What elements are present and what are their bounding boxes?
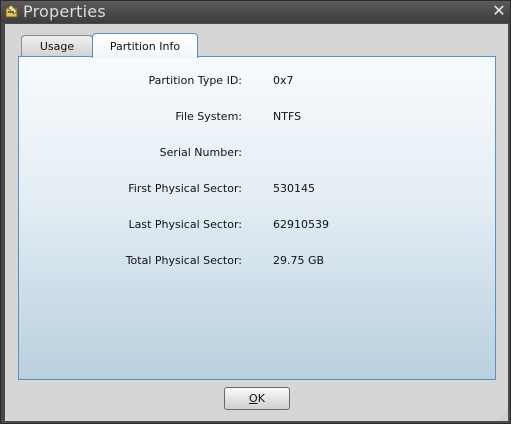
info-row-last-sector: Last Physical Sector: 62910539 xyxy=(19,218,497,234)
info-row-total-sector: Total Physical Sector: 29.75 GB xyxy=(19,254,497,270)
first-sector-label: First Physical Sector: xyxy=(128,182,242,195)
resize-grip-icon[interactable] xyxy=(495,408,509,422)
tab-usage[interactable]: Usage xyxy=(21,35,93,57)
total-sector-label: Total Physical Sector: xyxy=(125,254,242,267)
last-sector-value: 62910539 xyxy=(273,218,329,231)
tab-partition-info-label: Partition Info xyxy=(109,39,181,53)
ok-button[interactable]: OK xyxy=(224,387,290,410)
serial-number-label: Serial Number: xyxy=(159,146,242,159)
tab-partition-info[interactable]: Partition Info xyxy=(92,33,198,58)
file-system-value: NTFS xyxy=(273,110,302,123)
close-icon: ✕ xyxy=(492,1,506,20)
properties-window: Properties ✕ Usage Partition Info Partit… xyxy=(0,0,511,424)
last-sector-label: Last Physical Sector: xyxy=(128,218,242,231)
window-title: Properties xyxy=(23,2,106,21)
partition-type-value: 0x7 xyxy=(273,74,294,87)
app-icon xyxy=(5,5,18,18)
close-button[interactable]: ✕ xyxy=(491,3,507,19)
partition-info-panel: Partition Type ID: 0x7 File System: NTFS… xyxy=(18,56,496,380)
info-row-file-system: File System: NTFS xyxy=(19,110,497,126)
first-sector-value: 530145 xyxy=(273,182,315,195)
ok-mnemonic: O xyxy=(249,392,258,405)
partition-type-label: Partition Type ID: xyxy=(148,74,242,87)
title-bar[interactable]: Properties ✕ xyxy=(1,1,510,23)
info-row-first-sector: First Physical Sector: 530145 xyxy=(19,182,497,198)
tab-usage-label: Usage xyxy=(39,40,75,53)
ok-label-rest: K xyxy=(257,392,265,405)
dialog-body: Usage Partition Info Partition Type ID: … xyxy=(5,24,508,421)
file-system-label: File System: xyxy=(175,110,242,123)
total-sector-value: 29.75 GB xyxy=(273,254,325,267)
info-row-serial-number: Serial Number: xyxy=(19,146,497,162)
info-row-partition-type: Partition Type ID: 0x7 xyxy=(19,74,497,90)
